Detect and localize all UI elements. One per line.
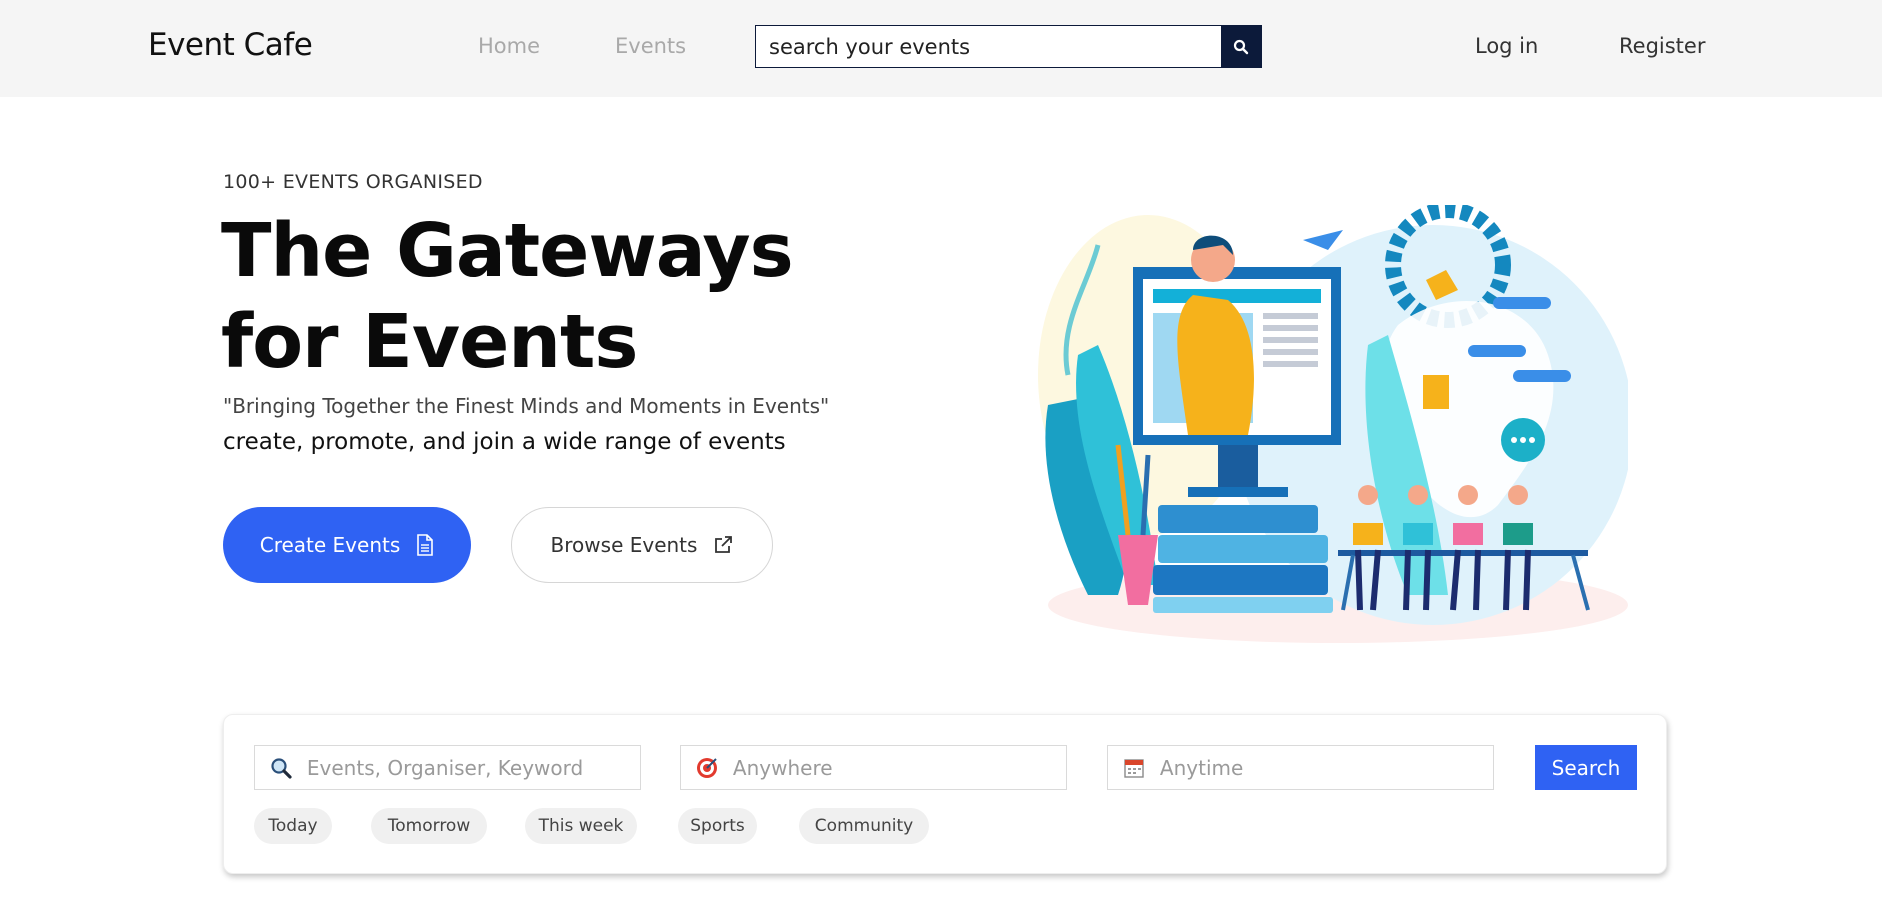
chip-community[interactable]: Community: [799, 808, 929, 844]
chip-tomorrow[interactable]: Tomorrow: [371, 808, 487, 844]
navbar-search-button[interactable]: [1221, 26, 1261, 67]
date-input[interactable]: [1159, 755, 1493, 780]
search-icon: [1233, 39, 1249, 54]
chip-sports[interactable]: Sports: [678, 808, 757, 844]
keyword-input[interactable]: [306, 755, 640, 780]
calendar-icon: [1108, 757, 1160, 779]
event-search-panel: Search Today Tomorrow This week Sports C…: [223, 714, 1667, 874]
login-link[interactable]: Log in: [1475, 34, 1538, 58]
document-icon: [417, 534, 434, 556]
browse-events-button[interactable]: Browse Events: [511, 507, 773, 583]
nav-link-home[interactable]: Home: [478, 34, 540, 58]
magnifier-icon: [255, 756, 307, 780]
hero-quote: "Bringing Together the Finest Minds and …: [223, 394, 830, 418]
location-field[interactable]: [680, 745, 1067, 790]
nav-link-events[interactable]: Events: [615, 34, 686, 58]
create-events-label: Create Events: [259, 533, 401, 557]
keyword-field[interactable]: [254, 745, 641, 790]
date-field[interactable]: [1107, 745, 1494, 790]
chip-this-week[interactable]: This week: [525, 808, 637, 844]
hero-title: The Gateways for Events: [221, 206, 861, 388]
navbar-search-input[interactable]: [756, 26, 1221, 67]
hero-title-line-2: for Events: [221, 299, 638, 385]
register-link[interactable]: Register: [1619, 34, 1705, 58]
search-button[interactable]: Search: [1535, 745, 1637, 790]
hero-subline: create, promote, and join a wide range o…: [223, 429, 786, 455]
navbar: Event Cafe Home Events Log in Register: [0, 0, 1882, 97]
chip-today[interactable]: Today: [254, 808, 332, 844]
hero-title-line-1: The Gateways: [221, 208, 794, 294]
location-input[interactable]: [732, 755, 1066, 780]
target-icon: [681, 756, 733, 780]
navbar-search: [755, 25, 1262, 68]
create-events-button[interactable]: Create Events: [223, 507, 471, 583]
external-link-icon: [715, 536, 733, 553]
browse-events-label: Browse Events: [550, 533, 698, 557]
hero-illustration: [1038, 205, 1628, 643]
hero-eyebrow: 100+ EVENTS ORGANISED: [223, 171, 483, 193]
brand-logo[interactable]: Event Cafe: [148, 27, 313, 63]
